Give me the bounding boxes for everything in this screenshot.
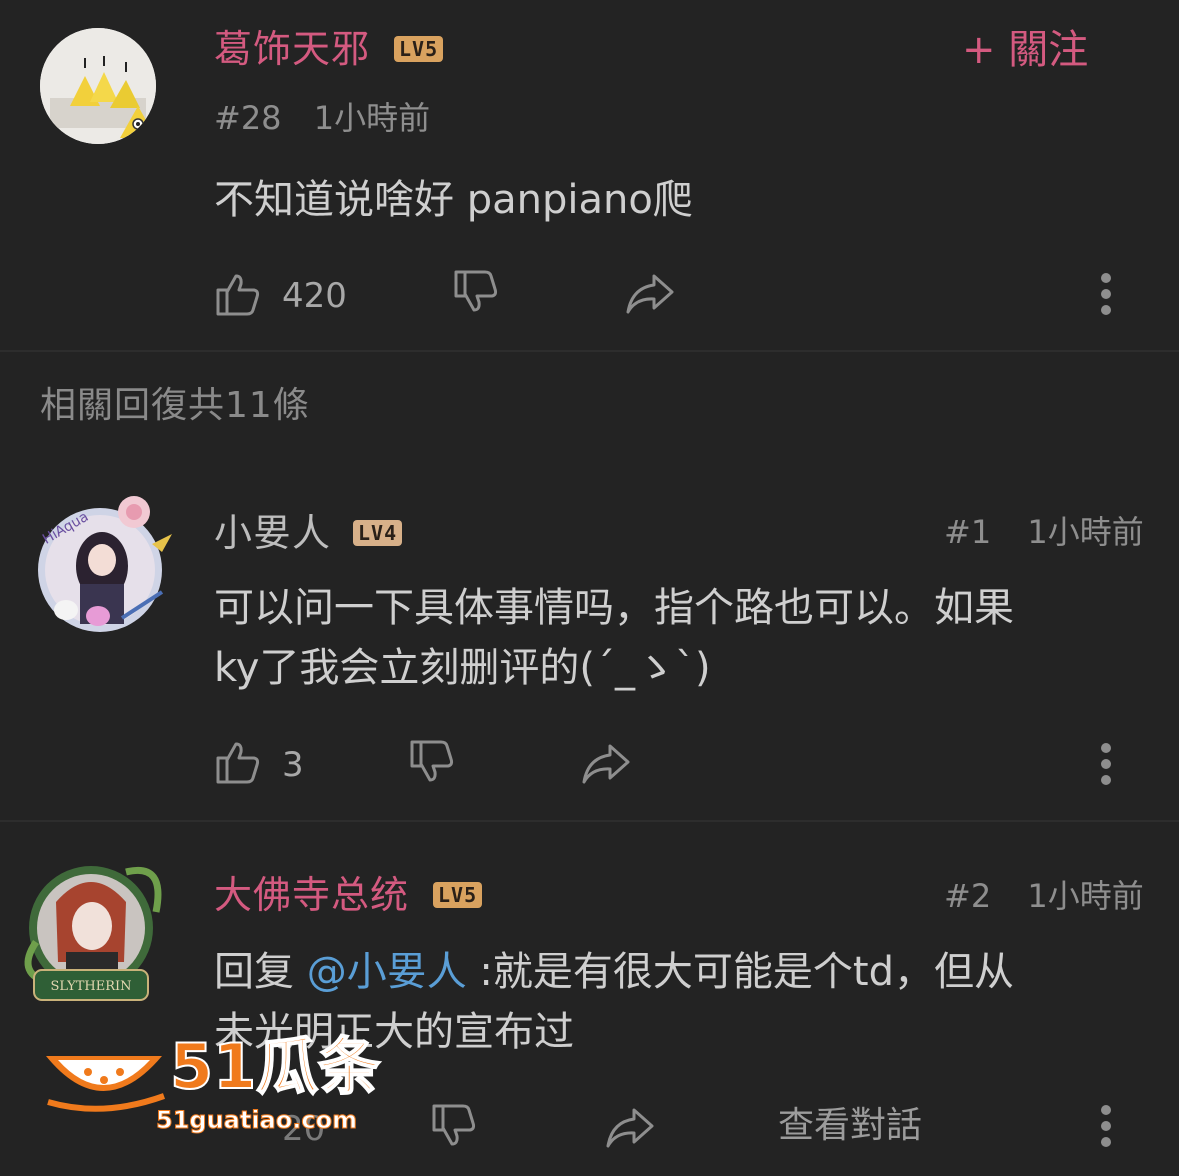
- share-icon[interactable]: [604, 1106, 656, 1150]
- more-icon[interactable]: [1098, 1104, 1114, 1148]
- follow-button[interactable]: + 關注: [962, 30, 1088, 70]
- like-count: 420: [282, 276, 347, 316]
- view-conversation-link[interactable]: 查看對話: [778, 1108, 922, 1144]
- thumbs-up-icon[interactable]: [214, 738, 262, 786]
- floor-number: #2: [944, 877, 992, 915]
- comment-text-line: :就是有很大可能是个td，但从: [466, 949, 1014, 995]
- comment-text: 可以问一下具体事情吗，指个路也可以。如果 ky了我会立刻删评的(´_ゝ`): [214, 578, 1154, 698]
- mention-link[interactable]: @小㚻人: [307, 949, 467, 995]
- thumbs-down-icon[interactable]: [430, 1102, 478, 1150]
- share-icon[interactable]: [580, 742, 632, 786]
- more-icon[interactable]: [1098, 742, 1114, 786]
- timestamp: 1小時前: [1027, 513, 1144, 551]
- floor-number: #28: [214, 99, 282, 137]
- username[interactable]: 葛饰天邪: [214, 30, 370, 68]
- floor-number: #1: [944, 513, 992, 551]
- username[interactable]: 小㚻人: [214, 514, 331, 552]
- level-badge: LV5: [433, 882, 483, 908]
- thumbs-down-icon[interactable]: [452, 268, 500, 316]
- svg-text:SLYTHERIN: SLYTHERIN: [50, 979, 131, 994]
- level-badge: LV5: [394, 36, 444, 62]
- thumbs-up-icon[interactable]: [214, 270, 262, 318]
- level-badge: LV4: [353, 520, 403, 546]
- watermark-brand: 51瓜条: [169, 1030, 381, 1103]
- comment-text-line: 可以问一下具体事情吗，指个路也可以。如果: [214, 585, 1014, 631]
- comment-text-line: ky了我会立刻删评的(´_ゝ`): [214, 645, 711, 691]
- divider: [0, 350, 1179, 352]
- watermark-url: 51guatiao.com: [155, 1106, 358, 1134]
- timestamp: 1小時前: [1027, 877, 1144, 915]
- divider: [0, 820, 1179, 822]
- username[interactable]: 大佛寺总统: [214, 876, 409, 914]
- timestamp: 1小時前: [313, 99, 431, 137]
- more-icon[interactable]: [1098, 272, 1114, 316]
- thumbs-down-icon[interactable]: [408, 738, 456, 786]
- user-avatar[interactable]: HiAqua: [22, 488, 178, 644]
- replies-header: 相關回復共11條: [40, 385, 310, 426]
- watermark-logo: 51瓜条 51guatiao.com: [38, 1030, 418, 1140]
- user-avatar[interactable]: [40, 28, 156, 144]
- like-count: 3: [282, 745, 304, 785]
- comment-text: 不知道说啥好 panpiano爬: [214, 177, 693, 223]
- share-icon[interactable]: [624, 272, 676, 316]
- watermelon-icon: [46, 1056, 166, 1112]
- reply-prefix: 回复: [214, 949, 307, 995]
- user-avatar[interactable]: SLYTHERIN: [6, 852, 176, 1012]
